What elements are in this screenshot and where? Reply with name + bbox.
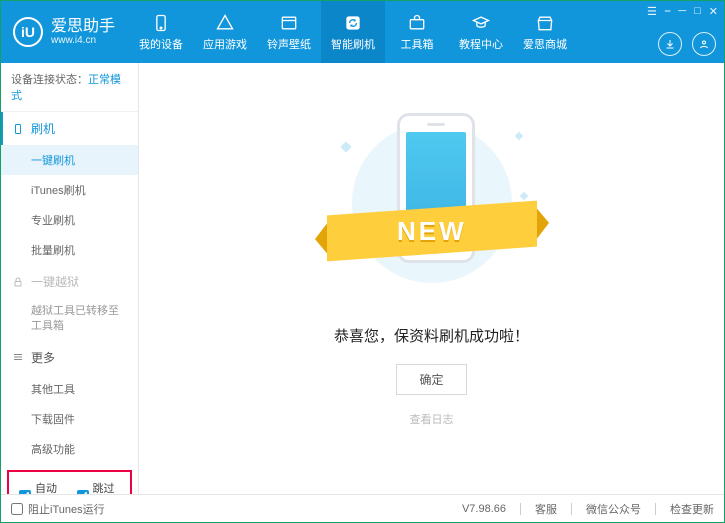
ribbon-text: NEW	[397, 216, 467, 247]
nav-label: 教程中心	[459, 36, 503, 52]
list-icon	[11, 350, 25, 364]
pin-icon[interactable]: ⎯	[665, 5, 671, 18]
support-link[interactable]: 客服	[535, 501, 557, 517]
header: iU 爱思助手 www.i4.cn 我的设备 应用游戏 铃声壁纸 智能刷机	[1, 1, 724, 63]
graduation-icon	[471, 13, 491, 33]
illustration: NEW	[322, 113, 542, 303]
nav-ringtones[interactable]: 铃声壁纸	[257, 1, 321, 63]
block-itunes-label: 阻止iTunes运行	[28, 501, 105, 517]
sidebar-item-other[interactable]: 其他工具	[1, 374, 138, 404]
window-controls: ☰ ⎯ ─ □ ✕	[647, 1, 724, 18]
divider	[520, 503, 521, 515]
checkbox-skip-guide[interactable]: 跳过向导	[77, 480, 121, 494]
group-title: 更多	[31, 349, 55, 366]
nav-tutorials[interactable]: 教程中心	[449, 1, 513, 63]
view-log-link[interactable]: 查看日志	[410, 411, 454, 427]
sidebar-group-flash[interactable]: 刷机	[1, 112, 138, 145]
wechat-link[interactable]: 微信公众号	[586, 501, 641, 517]
nav-label: 智能刷机	[331, 36, 375, 52]
download-button[interactable]	[658, 32, 682, 56]
checkbox-label: 自动激活	[35, 480, 63, 494]
lock-icon	[11, 275, 25, 289]
group-title: 一键越狱	[31, 273, 79, 290]
user-button[interactable]	[692, 32, 716, 56]
update-link[interactable]: 检查更新	[670, 501, 714, 517]
divider	[655, 503, 656, 515]
nav-label: 铃声壁纸	[267, 36, 311, 52]
connection-status: 设备连接状态：正常模式	[1, 63, 138, 112]
toolbox-icon	[407, 13, 427, 33]
app-title: 爱思助手	[51, 18, 115, 36]
image-icon	[279, 13, 299, 33]
nav-store[interactable]: 爱思商城	[513, 1, 577, 63]
options-highlight: 自动激活 跳过向导	[7, 470, 132, 494]
phone-icon	[151, 13, 171, 33]
sidebar-group-more[interactable]: 更多	[1, 341, 138, 374]
user-icon	[698, 38, 710, 50]
sidebar-item-batch[interactable]: 批量刷机	[1, 235, 138, 265]
maximize-icon[interactable]: □	[694, 5, 701, 17]
checkbox-label: 跳过向导	[93, 480, 121, 494]
nav-apps[interactable]: 应用游戏	[193, 1, 257, 63]
sidebar-item-firmware[interactable]: 下载固件	[1, 404, 138, 434]
divider	[571, 503, 572, 515]
block-itunes-checkbox[interactable]	[11, 503, 23, 515]
nav-my-device[interactable]: 我的设备	[129, 1, 193, 63]
nav-label: 工具箱	[401, 36, 434, 52]
top-nav: 我的设备 应用游戏 铃声壁纸 智能刷机 工具箱 教程中心	[129, 1, 647, 63]
minimize-icon[interactable]: ─	[678, 5, 686, 17]
status-label: 设备连接状态：	[11, 74, 88, 86]
sidebar-item-pro[interactable]: 专业刷机	[1, 205, 138, 235]
app-subtitle: www.i4.cn	[51, 35, 115, 46]
apps-icon	[215, 13, 235, 33]
nav-label: 我的设备	[139, 36, 183, 52]
nav-toolbox[interactable]: 工具箱	[385, 1, 449, 63]
sidebar-item-itunes[interactable]: iTunes刷机	[1, 175, 138, 205]
download-icon	[664, 38, 676, 50]
sidebar-group-jailbreak[interactable]: 一键越狱	[1, 265, 138, 298]
app-window: iU 爱思助手 www.i4.cn 我的设备 应用游戏 铃声壁纸 智能刷机	[0, 0, 725, 523]
success-message: 恭喜您，保资料刷机成功啦！	[334, 325, 529, 346]
jailbreak-note: 越狱工具已转移至 工具箱	[1, 298, 138, 341]
menu-icon[interactable]: ☰	[647, 5, 657, 18]
nav-label: 应用游戏	[203, 36, 247, 52]
close-icon[interactable]: ✕	[709, 5, 718, 18]
nav-smart-flash[interactable]: 智能刷机	[321, 1, 385, 63]
logo-icon: iU	[13, 17, 43, 47]
checkbox-auto-activate[interactable]: 自动激活	[19, 480, 63, 494]
sidebar-item-oneclick[interactable]: 一键刷机	[1, 145, 138, 175]
store-icon	[535, 13, 555, 33]
phone-small-icon	[11, 122, 25, 136]
refresh-icon	[343, 13, 363, 33]
ok-button[interactable]: 确定	[396, 364, 466, 395]
nav-label: 爱思商城	[523, 36, 567, 52]
sidebar: 设备连接状态：正常模式 刷机 一键刷机 iTunes刷机 专业刷机 批量刷机 一…	[1, 63, 139, 494]
main-content: NEW 恭喜您，保资料刷机成功啦！ 确定 查看日志	[139, 63, 724, 494]
sidebar-item-advanced[interactable]: 高级功能	[1, 434, 138, 464]
logo: iU 爱思助手 www.i4.cn	[1, 1, 129, 63]
group-title: 刷机	[31, 120, 55, 137]
body: 设备连接状态：正常模式 刷机 一键刷机 iTunes刷机 专业刷机 批量刷机 一…	[1, 63, 724, 494]
version-label: V7.98.66	[462, 503, 506, 515]
footer: 阻止iTunes运行 V7.98.66 客服 微信公众号 检查更新	[1, 494, 724, 522]
